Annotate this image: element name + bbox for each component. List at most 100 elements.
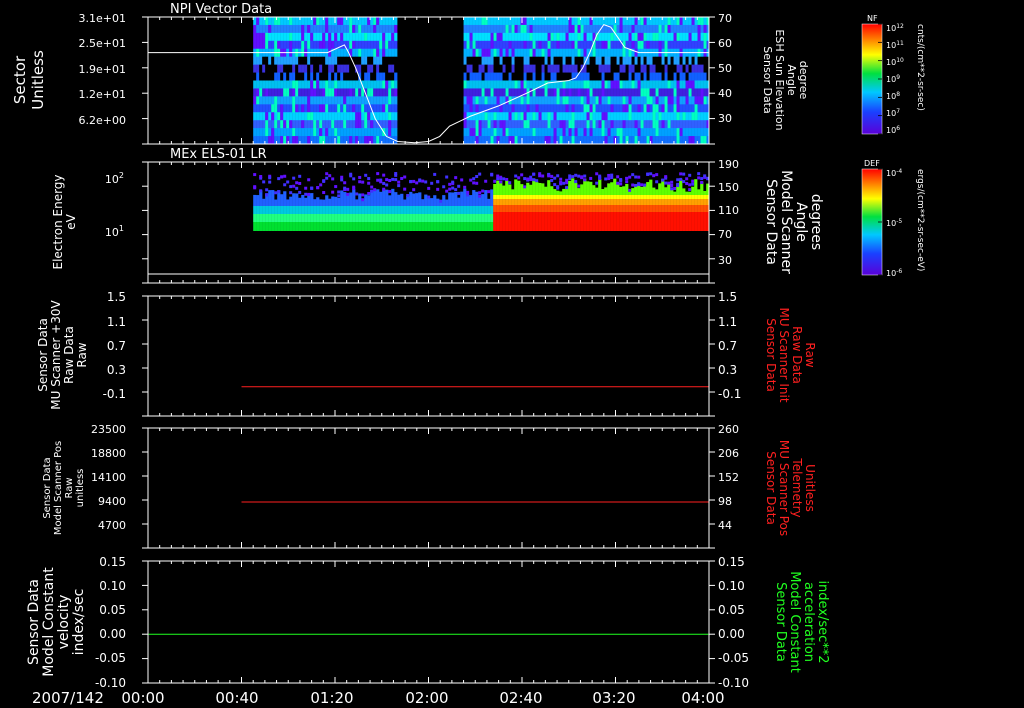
- spectrogram-cell: [691, 112, 695, 121]
- spectrogram-cell: [361, 120, 365, 129]
- spectrogram-cell: [688, 17, 692, 26]
- spectrogram-cell: [511, 88, 515, 97]
- spectrogram-cell: [592, 185, 596, 195]
- spectrogram-cell: [436, 187, 440, 191]
- spectrogram-cell: [565, 104, 569, 113]
- spectrogram-cell: [634, 88, 638, 97]
- spectrogram-cell: [286, 104, 290, 113]
- spectrogram-cell: [541, 136, 545, 144]
- spectrogram-cell: [346, 56, 350, 66]
- spectrogram-cell: [274, 88, 278, 97]
- spectrogram-cell: [304, 214, 308, 222]
- spectrogram-cell: [670, 96, 674, 105]
- spectrogram-cell: [394, 96, 398, 105]
- spectrogram-cell: [505, 72, 509, 81]
- spectrogram-cell: [343, 72, 347, 81]
- spectrogram-cell: [523, 32, 527, 42]
- spectrogram-cell: [637, 128, 641, 137]
- spectrogram-cell: [556, 40, 560, 50]
- spectrogram-cell: [619, 64, 623, 73]
- spectrogram-cell: [676, 104, 680, 113]
- spectrogram-cell: [469, 128, 473, 137]
- spectrogram-cell: [316, 64, 320, 73]
- spectrogram-cell: [532, 205, 536, 212]
- spectrogram-cell: [337, 32, 341, 42]
- spectrogram-cell: [508, 24, 512, 34]
- spectrogram-cell: [667, 181, 671, 185]
- spectrogram-cell: [385, 206, 389, 214]
- spectrogram-cell: [478, 96, 482, 105]
- spectrogram-cell: [484, 214, 488, 222]
- spectrogram-cell: [331, 80, 335, 89]
- spectrogram-cell: [526, 48, 530, 58]
- spectrogram-cell: [337, 72, 341, 81]
- spectrogram-cell: [628, 199, 632, 205]
- spectrogram-cell: [475, 80, 479, 89]
- spectrogram-cell: [610, 212, 614, 231]
- spectrogram-cell: [466, 48, 470, 58]
- spectrogram-cell: [697, 80, 701, 89]
- spectrogram-cell: [544, 88, 548, 97]
- spectrogram-cell: [343, 120, 347, 129]
- spectrogram-cell: [616, 40, 620, 50]
- spectrogram-cell: [367, 72, 371, 81]
- spectrogram-cell: [592, 56, 596, 66]
- spectrogram-cell: [289, 191, 293, 195]
- spectrogram-cell: [445, 222, 449, 231]
- axis-label-line: eV: [64, 213, 78, 229]
- spectrogram-cell: [511, 199, 515, 205]
- spectrogram-cell: [574, 212, 578, 231]
- spectrogram-cell: [589, 181, 593, 195]
- spectrogram-cell: [652, 174, 656, 178]
- spectrogram-cell: [511, 189, 515, 195]
- spectrogram-cell: [301, 120, 305, 129]
- spectrogram-cell: [457, 206, 461, 214]
- spectrogram-cell: [646, 120, 650, 129]
- spectrogram-cell: [553, 88, 557, 97]
- spectrogram-cell: [358, 24, 362, 34]
- spectrogram-cell: [340, 24, 344, 34]
- spectrogram-cell: [646, 72, 650, 81]
- spectrogram-cell: [520, 80, 524, 89]
- spectrogram-cell: [505, 32, 509, 42]
- spectrogram-cell: [610, 136, 614, 144]
- spectrogram-cell: [529, 24, 533, 34]
- spectrogram-cell: [334, 64, 338, 73]
- spectrogram-cell: [601, 80, 605, 89]
- spectrogram-cell: [262, 24, 266, 34]
- spectrogram-cell: [277, 64, 281, 73]
- spectrogram-cell: [580, 128, 584, 137]
- spectrogram-cell: [430, 198, 434, 206]
- spectrogram-cell: [691, 72, 695, 81]
- spectrogram-cell: [325, 112, 329, 121]
- spectrogram-cell: [547, 136, 551, 144]
- spectrogram-cell: [331, 64, 335, 73]
- spectrogram-cell: [394, 40, 398, 50]
- spectrogram-cell: [676, 72, 680, 81]
- spectrogram-cell: [469, 206, 473, 214]
- spectrogram-cell: [529, 184, 533, 195]
- spectrogram-cell: [256, 96, 260, 105]
- spectrogram-cell: [502, 195, 506, 199]
- spectrogram-cell: [283, 80, 287, 89]
- spectrogram-cell: [502, 72, 506, 81]
- spectrogram-cell: [670, 56, 674, 66]
- spectrogram-cell: [334, 48, 338, 58]
- spectrogram-cell: [574, 17, 578, 26]
- spectrogram-cell: [526, 199, 530, 205]
- spectrogram-cell: [670, 24, 674, 34]
- spectrogram-cell: [292, 64, 296, 73]
- spectrogram-cell: [490, 120, 494, 129]
- spectrogram-cell: [463, 188, 467, 206]
- spectrogram-cell: [646, 212, 650, 231]
- spectrogram-cell: [253, 24, 257, 34]
- spectrogram-cell: [505, 64, 509, 73]
- spectrogram-cell: [505, 96, 509, 105]
- spectrogram-cell: [274, 32, 278, 42]
- spectrogram-cell: [556, 205, 560, 212]
- spectrogram-cell: [382, 17, 386, 26]
- spectrogram-cell: [601, 56, 605, 66]
- spectrogram-cell: [697, 32, 701, 42]
- spectrogram-cell: [514, 32, 518, 42]
- spectrogram-cell: [361, 180, 365, 184]
